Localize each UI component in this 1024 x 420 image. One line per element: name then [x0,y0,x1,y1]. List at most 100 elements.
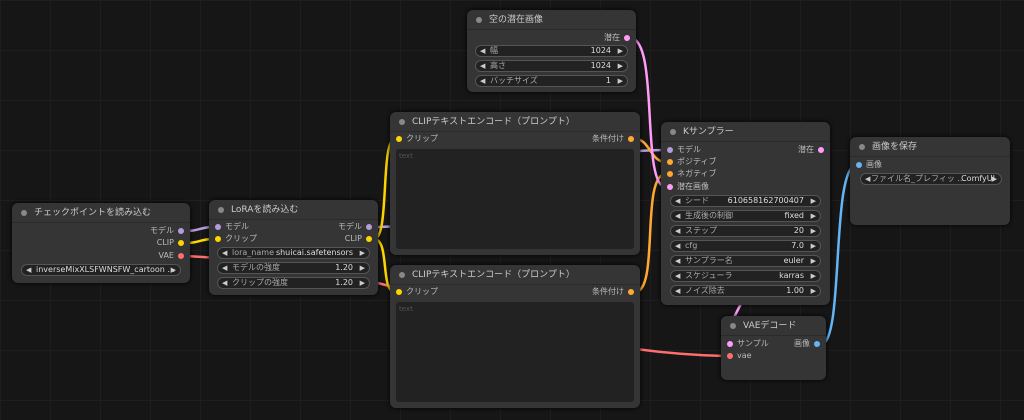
slot-dot[interactable] [215,223,221,230]
prompt-textarea[interactable]: text [396,302,634,402]
slot-label: 条件付け [592,134,624,143]
widget-label: サンプラー名 [685,256,733,265]
output-image[interactable]: 画像 [794,338,824,350]
input-clip[interactable]: クリップ [392,133,438,145]
input-samples[interactable]: サンプル [723,338,769,350]
slot-dot[interactable] [366,223,372,230]
output-vae[interactable]: VAE [159,250,189,262]
slot-label: CLIP [156,238,174,247]
lora-loader-node[interactable]: LoRAを読み込む モデル クリップ モデル CLIP lora_nameshu… [209,200,378,295]
node-title[interactable]: チェックポイントを読み込む [12,203,190,223]
slot-dot[interactable] [727,340,733,347]
slot-dot[interactable] [667,183,673,190]
strength-model-widget[interactable]: モデルの強度 1.20 [217,262,370,274]
input-positive[interactable]: ポジティブ [663,156,717,168]
ksampler-node[interactable]: Kサンプラー モデル ポジティブ ネガティブ 潜在画像 潜在 シード 610658… [661,122,830,305]
slot-dot[interactable] [814,340,820,347]
slot-label: モデル [677,145,701,154]
output-conditioning[interactable]: 条件付け [592,286,638,298]
widget-value: euler [783,256,804,265]
slot-label: 潜在 [604,33,620,42]
widget-value: shuicai.safetensors [275,248,353,257]
slot-label: クリップ [406,134,438,143]
slot-dot[interactable] [856,161,862,168]
slot-dot[interactable] [818,146,824,153]
output-model[interactable]: モデル [150,225,188,237]
widget-value: inverseMixXLSFWNSFW_cartoon ... [36,265,176,274]
output-conditioning[interactable]: 条件付け [592,133,638,145]
slot-label: クリップ [406,287,438,296]
slot-label: CLIP [344,234,362,243]
input-negative[interactable]: ネガティブ [663,168,717,180]
input-latent[interactable]: 潜在画像 [663,181,709,193]
slot-label: ポジティブ [677,157,717,166]
sampler-name-widget[interactable]: サンプラー名 euler [670,255,821,267]
widget-label: 幅 [490,46,498,55]
input-model[interactable]: モデル [663,144,701,156]
slot-dot[interactable] [396,288,402,295]
seed-widget[interactable]: シード 610658162700407 [670,195,821,207]
slot-dot[interactable] [727,352,733,359]
node-title[interactable]: 画像を保存 [850,137,1010,157]
node-title[interactable]: Kサンプラー [661,122,830,142]
slot-dot[interactable] [667,158,673,165]
widget-label: ノイズ除去 [685,286,725,295]
scheduler-widget[interactable]: スケジューラ karras [670,270,821,282]
widget-label: lora_name [232,248,274,257]
slot-dot[interactable] [215,235,221,242]
save-image-node[interactable]: 画像を保存 画像 ファイル名_プレフィッ ...ComfyUI [850,137,1010,225]
slot-dot[interactable] [366,235,372,242]
slot-dot[interactable] [178,239,184,246]
slot-dot[interactable] [667,146,673,153]
strength-clip-widget[interactable]: クリップの強度 1.20 [217,277,370,289]
output-latent[interactable]: 潜在 [604,32,634,44]
node-title[interactable]: LoRAを読み込む [209,200,378,220]
slot-dot[interactable] [624,34,630,41]
node-title[interactable]: 空の潜在画像 [467,10,636,30]
empty-latent-node[interactable]: 空の潜在画像 潜在 幅 1024 高さ 1024 バッチサイズ 1 [467,10,636,92]
input-clip[interactable]: クリップ [211,233,257,245]
slot-dot[interactable] [667,170,673,177]
node-title[interactable]: CLIPテキストエンコード（プロンプト） [390,112,640,132]
slot-label: モデル [225,222,249,231]
widget-value: 7.0 [791,241,804,250]
widget-label: ファイル名_プレフィッ ... [871,174,966,183]
width-widget[interactable]: 幅 1024 [475,45,628,57]
input-clip[interactable]: クリップ [392,286,438,298]
slot-dot[interactable] [628,135,634,142]
cfg-widget[interactable]: cfg 7.0 [670,240,821,252]
batch-widget[interactable]: バッチサイズ 1 [475,75,628,87]
control-after-generate-widget[interactable]: 生成後の制御 fixed [670,210,821,222]
input-image[interactable]: 画像 [852,159,882,171]
output-model[interactable]: モデル [338,221,376,233]
slot-dot[interactable] [628,288,634,295]
denoise-widget[interactable]: ノイズ除去 1.00 [670,285,821,297]
slot-label: 潜在画像 [677,182,709,191]
node-title[interactable]: CLIPテキストエンコード（プロンプト） [390,265,640,285]
input-vae[interactable]: vae [723,350,752,362]
slot-label: クリップ [225,234,257,243]
checkpoint-loader-node[interactable]: チェックポイントを読み込む モデル CLIP VAE inverseMixXLS… [12,203,190,283]
output-clip[interactable]: CLIP [345,233,376,245]
ckpt-name-widget[interactable]: inverseMixXLSFWNSFW_cartoon ... [21,264,181,276]
slot-dot[interactable] [178,252,184,259]
steps-widget[interactable]: ステップ 20 [670,225,821,237]
node-title[interactable]: VAEデコード [721,316,826,336]
lora-name-widget[interactable]: lora_nameshuicai.safetensors [217,247,370,259]
output-clip[interactable]: CLIP [157,237,188,249]
widget-value: 1024 [590,46,611,55]
output-latent[interactable]: 潜在 [798,144,828,156]
slot-label: モデル [150,226,174,235]
slot-label: モデル [338,222,362,231]
clip-text-encode-negative-node[interactable]: CLIPテキストエンコード（プロンプト） クリップ 条件付け text [390,265,640,408]
slot-dot[interactable] [396,135,402,142]
prompt-textarea[interactable]: text [396,149,634,249]
widget-label: モデルの強度 [232,263,280,272]
height-widget[interactable]: 高さ 1024 [475,60,628,72]
clip-text-encode-positive-node[interactable]: CLIPテキストエンコード（プロンプト） クリップ 条件付け text [390,112,640,255]
filename-prefix-widget[interactable]: ファイル名_プレフィッ ...ComfyUI [860,173,1002,185]
slot-label: 画像 [866,160,882,169]
vae-decode-node[interactable]: VAEデコード サンプル vae 画像 [721,316,826,380]
input-model[interactable]: モデル [211,221,249,233]
slot-dot[interactable] [178,227,184,234]
